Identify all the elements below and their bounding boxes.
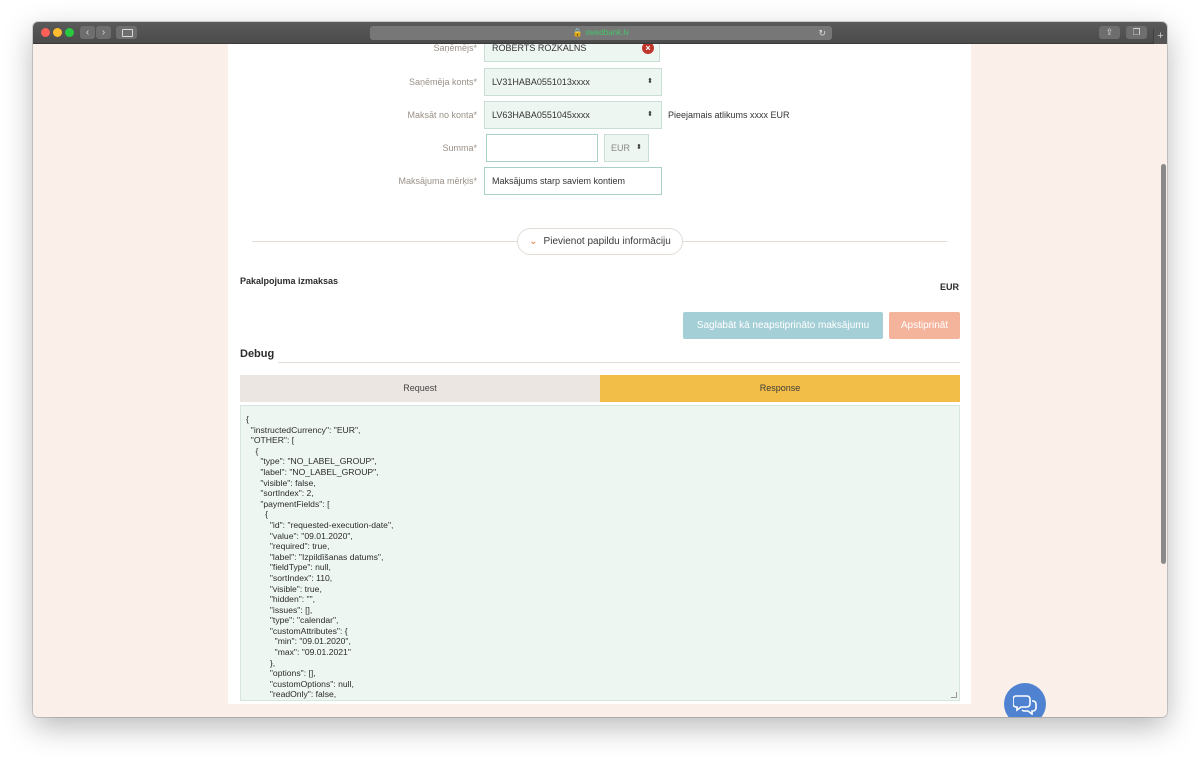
recipient-account-row: Saņēmēja konts* LV31HABA0551013xxxx ⬍ [228,68,971,96]
response-code-textarea[interactable]: { "instructedCurrency": "EUR", "OTHER": … [240,405,960,701]
pay-from-value: LV63HABA0551045xxxx [492,110,590,120]
purpose-row: Maksājuma mērķis* Maksājums starp saviem… [228,167,971,195]
code-line: "paymentFields": [ [246,498,330,509]
code-line: "sortIndex": 110, [246,572,333,583]
confirm-button[interactable]: Apstiprināt [889,312,960,339]
purpose-label: Maksājuma mērķis* [398,176,477,186]
sidebar-toggle-icon[interactable] [116,26,137,39]
address-url: swedbank.lv [585,28,630,37]
code-line: "id": "requested-execution-date", [246,519,394,530]
page-viewport: Saņēmējs* ROBERTS ROZKALNS × Saņēmēja ko… [33,44,1167,717]
amount-row: Summa* EUR ⬍ [228,134,971,162]
select-arrows-icon: ⬍ [636,144,642,151]
payment-form-panel: Saņēmējs* ROBERTS ROZKALNS × Saņēmēja ko… [228,44,971,704]
add-info-button[interactable]: ⌄ Pievienot papildu informāciju [517,228,683,255]
chat-button[interactable] [1004,683,1046,717]
browser-window: ‹ › 🔒 swedbank.lv ↻ ⇪ ❐ + Saņēmējs* ROBE… [33,22,1167,717]
clear-icon[interactable]: × [642,44,654,54]
code-line: "visible": false, [246,477,316,488]
debug-divider [278,362,960,363]
code-line: "type": "calendar", [246,615,339,626]
recipient-account-value: LV31HABA0551013xxxx [492,77,590,87]
chevron-right-icon[interactable]: › [96,26,111,39]
amount-input[interactable] [486,134,598,162]
code-line: "fieldType": null, [246,562,331,573]
code-line: { [246,445,259,456]
code-line: "type": "NO_LABEL_GROUP", [246,456,377,467]
code-line: "label": "Izpildīšanas datums", [246,551,384,562]
code-line: "issues": [], [246,604,313,615]
amount-label: Summa* [442,143,477,153]
close-window-button[interactable] [41,28,50,37]
share-icon[interactable]: ⇪ [1099,26,1120,39]
chat-bubbles-icon [1013,695,1037,715]
service-cost-label: Pakalpojuma izmaksas [240,276,339,286]
tab-request[interactable]: Request [240,375,600,402]
purpose-input[interactable]: Maksājums starp saviem kontiem [484,167,662,195]
pay-from-label: Maksāt no konta* [407,110,477,120]
code-line: "value": "09.01.2020", [246,530,353,541]
address-bar[interactable]: 🔒 swedbank.lv ↻ [370,26,832,40]
code-line: "readOnly": false, [246,689,337,700]
service-cost-value: EUR [939,282,959,292]
code-line: { [246,509,268,520]
code-line: "required": true, [246,541,330,552]
code-line: "OTHER": [ [246,435,295,446]
scrollbar-thumb[interactable] [1161,164,1166,564]
select-arrows-icon: ⬍ [647,78,653,85]
chevron-down-icon: ⌄ [529,236,538,247]
recipient-account-label: Saņēmēja konts* [408,77,477,87]
recipient-row: Saņēmējs* ROBERTS ROZKALNS × [228,44,971,62]
recipient-account-select[interactable]: LV31HABA0551013xxxx ⬍ [484,68,662,96]
code-line: "customOptions": null, [246,678,354,689]
resize-grip-icon[interactable] [951,692,957,698]
pay-from-select[interactable]: LV63HABA0551045xxxx ⬍ [484,101,662,129]
add-info-label: Pievienot papildu informāciju [543,236,671,247]
tab-response[interactable]: Response [600,375,960,402]
select-arrows-icon: ⬍ [647,111,653,118]
code-line: { [246,414,249,424]
browser-titlebar: ‹ › 🔒 swedbank.lv ↻ ⇪ ❐ + [33,22,1167,44]
code-line: "instructedCurrency": "EUR", [246,424,361,435]
code-line: "hidden": "", [246,594,316,605]
code-line: "min": "09.01.2020", [246,636,351,647]
purpose-value: Maksājums starp saviem kontiem [492,176,626,186]
zoom-window-button[interactable] [65,28,74,37]
recipient-label: Saņēmējs* [433,44,477,53]
code-line: "sortIndex": 2, [246,488,314,499]
debug-title: Debug [240,348,275,360]
available-balance: Pieejamais atlikums xxxx EUR [668,110,790,120]
reload-icon[interactable]: ↻ [818,26,826,40]
recipient-value: ROBERTS ROZKALNS [492,44,587,53]
chevron-left-icon[interactable]: ‹ [80,26,95,39]
code-line: }, [246,657,276,668]
scrollbar[interactable] [1159,44,1167,717]
recipient-field[interactable]: ROBERTS ROZKALNS × [484,44,660,62]
code-line: "max": "09.01.2021" [246,647,351,658]
code-line: "customAttributes": { [246,625,348,636]
pay-from-row: Maksāt no konta* LV63HABA0551045xxxx ⬍ P… [228,101,971,129]
code-line: "visible": true, [246,583,322,594]
currency-select[interactable]: EUR ⬍ [604,134,649,162]
new-tab-icon[interactable]: + [1153,29,1167,44]
minimize-window-button[interactable] [53,28,62,37]
code-line: "label": "NO_LABEL_GROUP", [246,466,379,477]
lock-icon: 🔒 [572,28,583,37]
tabs-overview-icon[interactable]: ❐ [1126,26,1147,39]
code-line: "options": [], [246,668,316,679]
save-draft-button[interactable]: Saglabāt kā neapstiprināto maksājumu [683,312,883,339]
currency-value: EUR [611,143,631,153]
